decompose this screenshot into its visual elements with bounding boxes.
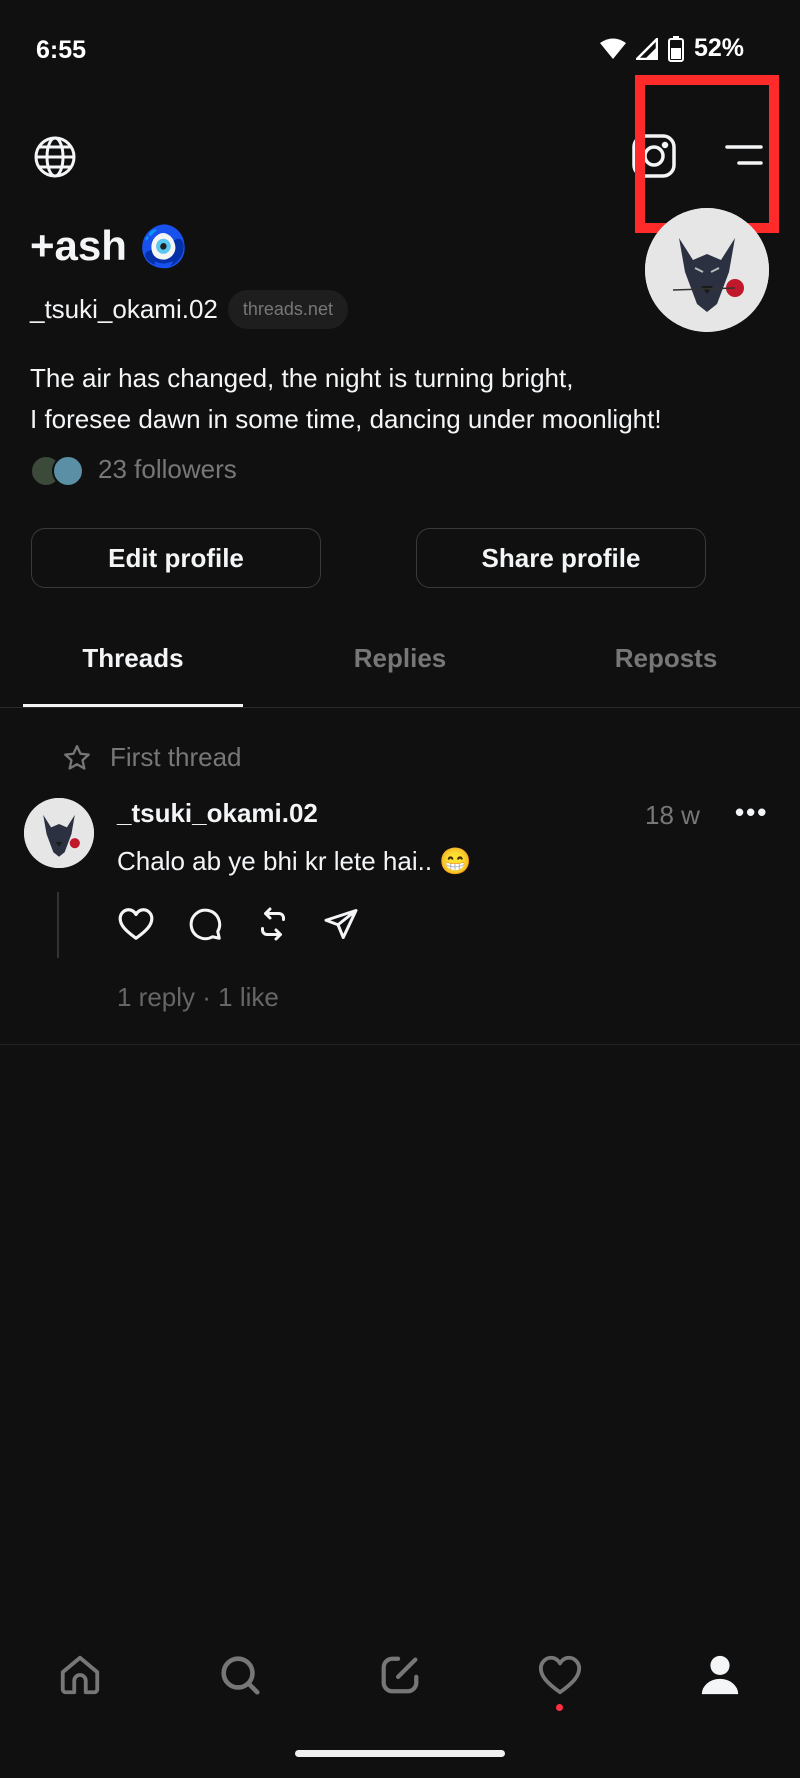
nazar-emoji: 🧿: [138, 224, 189, 269]
thread-line: [57, 892, 59, 958]
share-profile-button[interactable]: Share profile: [416, 528, 706, 588]
domain-chip[interactable]: threads.net: [227, 290, 348, 329]
profile-avatar[interactable]: [645, 208, 769, 332]
signal-icon: [635, 37, 658, 60]
battery-level: 52%: [693, 34, 744, 62]
followers-row[interactable]: 23 followers: [30, 452, 237, 487]
bottom-nav: [0, 1640, 800, 1711]
post-username[interactable]: _tsuki_okami.02: [117, 798, 318, 829]
display-name-text: +ash: [30, 222, 127, 269]
battery-icon: [667, 35, 684, 62]
home-indicator: [295, 1750, 505, 1757]
compose-icon[interactable]: [365, 1640, 435, 1710]
wifi-icon: [599, 38, 626, 59]
username-row: _tsuki_okami.02 threads.net: [30, 290, 348, 329]
home-icon[interactable]: [45, 1640, 115, 1710]
edit-profile-button[interactable]: Edit profile: [31, 528, 321, 588]
post-actions: [117, 906, 359, 942]
follower-avatar: [52, 455, 84, 487]
status-icons: 52%: [599, 34, 744, 63]
pinned-label: First thread: [110, 742, 242, 772]
post-avatar[interactable]: [24, 798, 94, 868]
post-divider: [0, 1044, 800, 1045]
active-tab-indicator: [23, 704, 243, 707]
tab-reposts[interactable]: Reposts: [533, 643, 799, 674]
activity-heart-icon[interactable]: [525, 1640, 595, 1711]
status-time: 6:55: [36, 36, 87, 64]
search-icon[interactable]: [205, 1640, 275, 1710]
wolf-avatar-icon: [24, 798, 94, 868]
followers-count: 23 followers: [98, 453, 237, 484]
post-time: 18 w: [645, 800, 700, 830]
notification-dot: [556, 1704, 563, 1711]
repost-icon[interactable]: [255, 906, 291, 942]
bio-line-2: I foresee dawn in some time, dancing und…: [30, 404, 662, 434]
comment-icon[interactable]: [187, 906, 223, 942]
tab-divider: [0, 707, 800, 708]
profile-icon[interactable]: [685, 1640, 755, 1710]
bio: The air has changed, the night is turnin…: [30, 358, 770, 440]
follower-avatars: [30, 452, 86, 487]
globe-icon[interactable]: [30, 132, 80, 182]
bio-line-1: The air has changed, the night is turnin…: [30, 363, 574, 393]
tab-replies[interactable]: Replies: [267, 643, 533, 674]
more-options-button[interactable]: •••: [735, 797, 768, 828]
display-name: +ash 🧿: [30, 222, 189, 270]
post-text[interactable]: Chalo ab ye bhi kr lete hai.. 😁: [117, 846, 472, 877]
wolf-avatar-icon: [645, 208, 769, 332]
share-icon[interactable]: [323, 906, 359, 942]
like-icon[interactable]: [117, 906, 155, 942]
post-stats[interactable]: 1 reply · 1 like: [117, 982, 279, 1013]
star-icon: [64, 744, 90, 770]
tab-threads[interactable]: Threads: [0, 643, 266, 674]
username: _tsuki_okami.02: [30, 294, 218, 324]
pinned-row: First thread: [62, 742, 242, 773]
